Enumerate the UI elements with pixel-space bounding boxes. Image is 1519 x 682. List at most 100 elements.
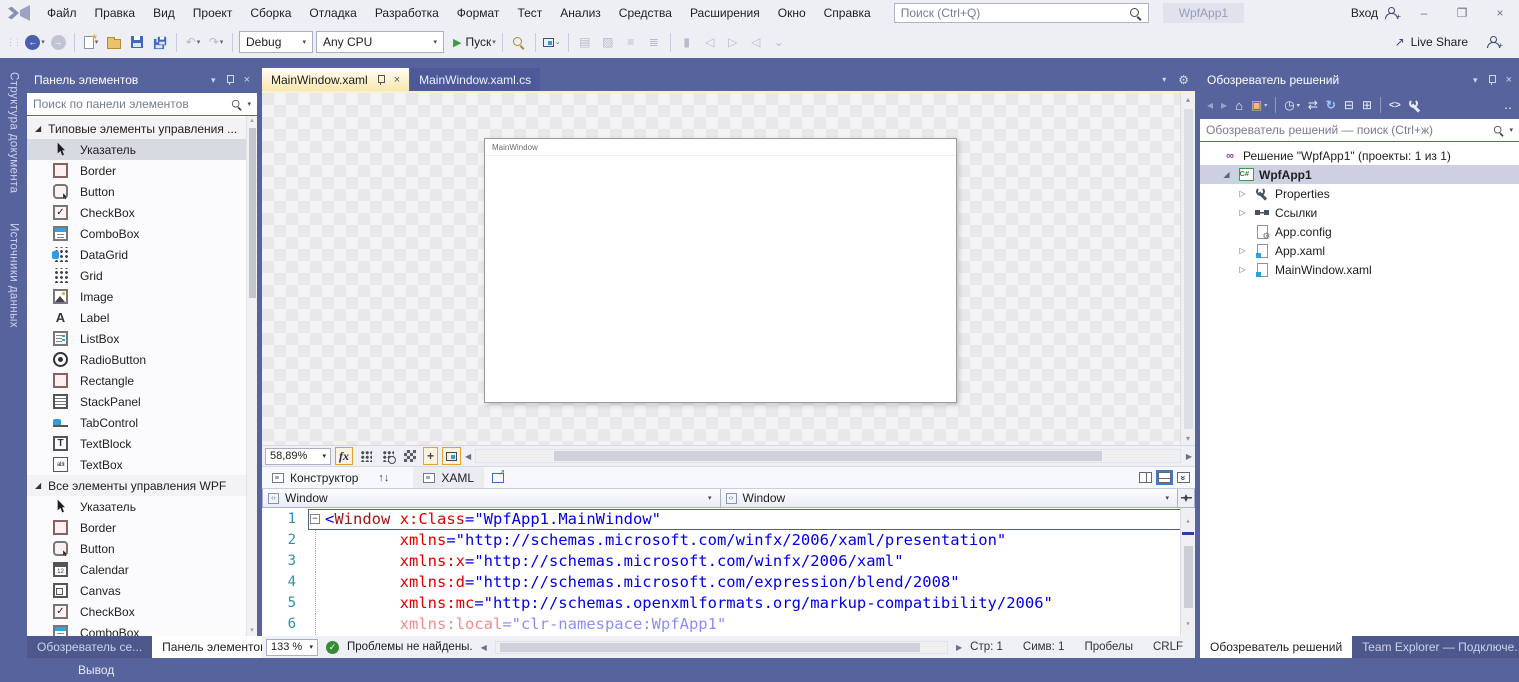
toolbox-item-StackPanel[interactable]: StackPanel: [27, 391, 257, 412]
indentation-mode-indicator[interactable]: Пробелы: [1084, 641, 1133, 653]
menu-item-Файл[interactable]: Файл: [38, 0, 86, 26]
uncomment-lines-button[interactable]: ▨: [598, 31, 618, 53]
scroll-up-icon[interactable]: ▴: [250, 116, 254, 126]
code-line[interactable]: 1−<Window x:Class="WpfApp1.MainWindow": [262, 509, 1195, 530]
editor-splitter-handle[interactable]: [1178, 489, 1195, 508]
menu-item-Справка[interactable]: Справка: [815, 0, 880, 26]
comment-lines-button[interactable]: ▤: [575, 31, 595, 53]
horizontal-split-button[interactable]: [1158, 472, 1171, 483]
vertical-split-button[interactable]: [1139, 472, 1152, 483]
pin-icon[interactable]: [224, 74, 236, 86]
sign-in-button[interactable]: Вход +: [1351, 6, 1397, 20]
navigate-forward-button[interactable]: →: [48, 31, 68, 53]
fold-margin[interactable]: [308, 593, 325, 614]
scrollbar-thumb[interactable]: [1184, 546, 1193, 608]
preview-selected-items-button[interactable]: ⌄: [542, 31, 562, 53]
toolbox-item-Указатель[interactable]: Указатель: [27, 139, 257, 160]
edge-tab-Структура документа[interactable]: Структура документа: [8, 72, 20, 193]
toolbox-item-CheckBox[interactable]: CheckBox: [27, 202, 257, 223]
swap-panes-button[interactable]: ↑↓: [368, 472, 399, 484]
scroll-right-icon[interactable]: ▶: [1186, 452, 1192, 461]
toolbox-item-Указатель[interactable]: Указатель: [27, 496, 257, 517]
toolbox-item-TextBlock[interactable]: TextBlock: [27, 433, 257, 454]
scroll-down-icon[interactable]: ▾: [250, 626, 254, 636]
expander-collapsed-icon[interactable]: ▷: [1236, 265, 1249, 274]
toolbox-item-Button[interactable]: Button: [27, 538, 257, 559]
tree-item-MainWindow.xaml[interactable]: ▷MainWindow.xaml: [1200, 260, 1519, 279]
pin-icon[interactable]: [375, 74, 387, 86]
tree-item-App.config[interactable]: App.config: [1200, 222, 1519, 241]
quick-search-input[interactable]: Поиск (Ctrl+Q): [894, 3, 1149, 23]
popout-xaml-window-icon[interactable]: [492, 473, 504, 483]
minimize-button[interactable]: –: [1413, 6, 1435, 20]
menu-item-Правка[interactable]: Правка: [86, 0, 145, 26]
save-button[interactable]: [127, 31, 147, 53]
navigate-backward-button[interactable]: ←▾: [25, 31, 45, 53]
toolbox-tab-Панель элементов[interactable]: Панель элементов: [152, 636, 276, 658]
menu-item-Разработка[interactable]: Разработка: [366, 0, 448, 26]
toolbar-drag-handle[interactable]: ⋮⋮: [6, 37, 20, 48]
toolbox-item-Border[interactable]: Border: [27, 160, 257, 181]
tab-xaml-view[interactable]: XAML: [413, 467, 484, 488]
edge-tab-Источники данных[interactable]: Источники данных: [8, 223, 20, 328]
toolbar-overflow-button[interactable]: ⌄: [769, 31, 789, 53]
toggle-artboard-background-button[interactable]: [401, 447, 419, 465]
solution-explorer-header[interactable]: Обозреватель решений ▾ ×: [1200, 68, 1519, 92]
toolbox-item-RadioButton[interactable]: RadioButton: [27, 349, 257, 370]
start-debugging-button[interactable]: ▶Пуск▾: [453, 31, 496, 53]
scroll-left-icon[interactable]: ◀: [481, 643, 487, 652]
home-button[interactable]: ⌂: [1235, 98, 1243, 113]
menu-item-Отладка[interactable]: Отладка: [300, 0, 365, 26]
toolbox-item-DataGrid[interactable]: DataGrid: [27, 244, 257, 265]
toolbox-item-Label[interactable]: Label: [27, 307, 257, 328]
element-breadcrumb-left[interactable]: ‹› Window ▾: [262, 489, 721, 508]
tree-item-Properties[interactable]: ▷Properties: [1200, 184, 1519, 203]
toolbox-item-ComboBox[interactable]: ComboBox: [27, 223, 257, 244]
menu-item-Вид[interactable]: Вид: [144, 0, 184, 26]
scroll-left-icon[interactable]: ◀: [465, 452, 471, 461]
add-user-icon[interactable]: +: [1486, 36, 1499, 48]
tree-item-App.xaml[interactable]: ▷App.xaml: [1200, 241, 1519, 260]
tab-designer-view[interactable]: Конструктор: [262, 467, 368, 488]
code-line[interactable]: 6 xmlns:local="clr-namespace:WpfApp1": [262, 614, 1195, 635]
live-share-button[interactable]: ↗Live Share: [1395, 35, 1468, 49]
solution-search-input[interactable]: Обозреватель решений — поиск (Ctrl+ж) ▾: [1200, 119, 1519, 141]
refresh-button[interactable]: ↻: [1326, 98, 1336, 112]
toolbox-group-header[interactable]: ◢Типовые элементы управления ...: [27, 118, 257, 139]
toolbox-header[interactable]: Панель элементов ▾ ×: [27, 68, 257, 92]
show-grid-button[interactable]: [357, 447, 375, 465]
expander-collapsed-icon[interactable]: ▷: [1236, 246, 1249, 255]
view-code-button[interactable]: <>: [1389, 100, 1401, 111]
menu-item-Формат[interactable]: Формат: [448, 0, 509, 26]
line-ending-indicator[interactable]: CRLF: [1153, 641, 1183, 653]
expander-collapsed-icon[interactable]: ▷: [1236, 208, 1249, 217]
code-line[interactable]: 4 xmlns:d="http://schemas.microsoft.com/…: [262, 572, 1195, 593]
menu-item-Проект[interactable]: Проект: [184, 0, 242, 26]
menu-item-Анализ[interactable]: Анализ: [551, 0, 610, 26]
switch-views-button[interactable]: ▣▾: [1251, 98, 1267, 112]
designer-vertical-scrollbar[interactable]: ▴ ▾: [1180, 93, 1195, 445]
designer-horizontal-scrollbar[interactable]: [475, 449, 1181, 463]
undo-button[interactable]: ↶▾: [183, 31, 203, 53]
designer-zoom-dropdown[interactable]: 58,89%▾: [265, 448, 331, 465]
close-button[interactable]: ×: [1489, 6, 1511, 20]
toolbox-item-Button[interactable]: Button: [27, 181, 257, 202]
document-well-gear-icon[interactable]: ⚙: [1178, 73, 1189, 87]
toolbox-item-Canvas[interactable]: Canvas: [27, 580, 257, 601]
menu-item-Окно[interactable]: Окно: [769, 0, 815, 26]
document-tab-MainWindow.xaml.cs[interactable]: MainWindow.xaml.cs: [410, 68, 540, 91]
previous-bookmark-button[interactable]: ◁: [700, 31, 720, 53]
fold-margin[interactable]: [308, 614, 325, 635]
toolbox-group-header[interactable]: ◢Все элементы управления WPF: [27, 475, 257, 496]
open-file-button[interactable]: [104, 31, 124, 53]
scroll-up-icon[interactable]: ▴: [1186, 510, 1191, 531]
toolbox-item-TabControl[interactable]: TabControl: [27, 412, 257, 433]
xaml-code-editor[interactable]: 1−<Window x:Class="WpfApp1.MainWindow"2 …: [262, 508, 1195, 636]
toolbox-item-Calendar[interactable]: Calendar: [27, 559, 257, 580]
toolbox-tab-Обозреватель се...[interactable]: Обозреватель се...: [27, 636, 152, 658]
tree-item-Решение "WpfApp1" (проекты: 1 из 1)[interactable]: ∞Решение "WpfApp1" (проекты: 1 из 1): [1200, 146, 1519, 165]
toolbox-item-TextBox[interactable]: TextBox: [27, 454, 257, 475]
fold-margin[interactable]: [308, 572, 325, 593]
toolbar-overflow-button[interactable]: ‥: [1504, 98, 1512, 112]
fold-margin[interactable]: [308, 530, 325, 551]
